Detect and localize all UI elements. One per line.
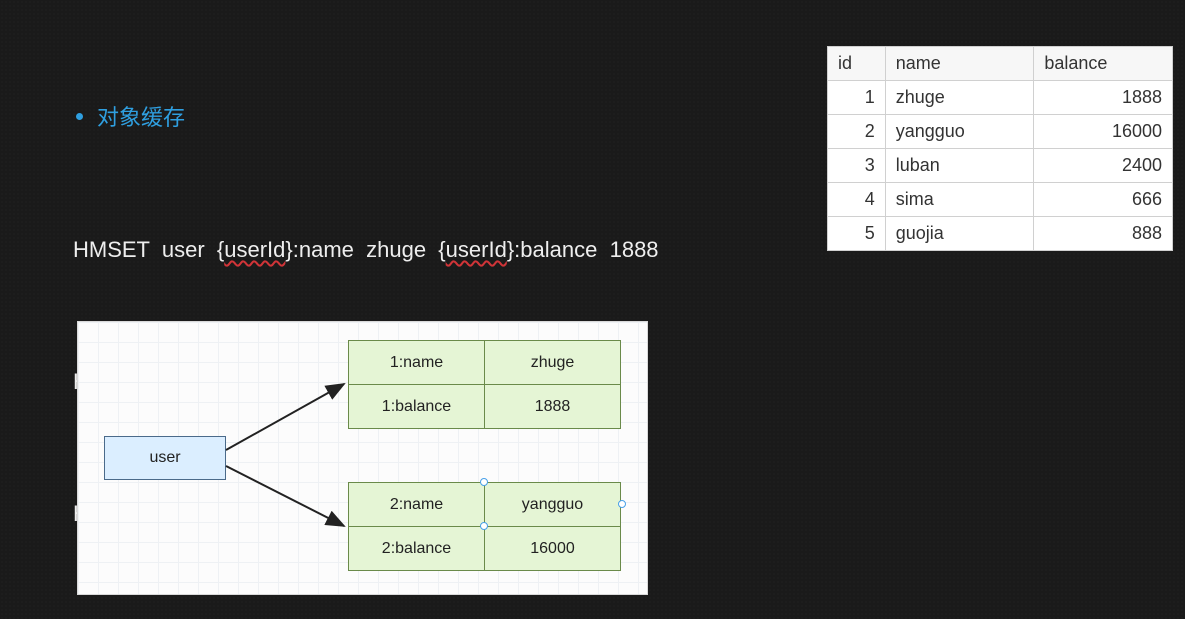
col-id: id [828,47,886,81]
selection-handle-icon [618,500,626,508]
hash-diagram: user 1:name zhuge 1:balance 1888 2:name … [77,321,648,595]
cell-id: 2 [828,115,886,149]
cell-balance: 666 [1034,183,1173,217]
db-table-header: id name balance [828,47,1173,81]
hash-value: 16000 [485,527,621,571]
hash-value: 1888 [485,385,621,429]
hash-row: 1:name zhuge [349,341,621,385]
hash-row: 2:name yangguo [349,483,621,527]
cell-name: yangguo [885,115,1034,149]
cell-id: 3 [828,149,886,183]
table-row: 3 luban 2400 [828,149,1173,183]
code-line-1: HMSET user {userId}:name zhuge {userId}:… [73,228,659,272]
hash-field: 2:name [349,483,485,527]
hash-field: 2:balance [349,527,485,571]
table-row: 5 guojia 888 [828,217,1173,251]
cell-id: 4 [828,183,886,217]
placeholder-userid-2: userId [446,237,507,262]
cell-name: luban [885,149,1034,183]
cell-id: 1 [828,81,886,115]
hash-field: 1:name [349,341,485,385]
hash-row: 1:balance 1888 [349,385,621,429]
cell-name: sima [885,183,1034,217]
section-heading: 对象缓存 [97,100,185,132]
cell-balance: 16000 [1034,115,1173,149]
hash-value: yangguo [485,483,621,527]
cell-name: guojia [885,217,1034,251]
placeholder-userid-1: userId [224,237,285,262]
redis-key-box: user [104,436,226,480]
cell-balance: 1888 [1034,81,1173,115]
table-row: 2 yangguo 16000 [828,115,1173,149]
heading-row: 对象缓存 [76,100,185,132]
bullet-dot-icon [76,113,83,120]
selection-handle-icon [480,522,488,530]
cell-balance: 2400 [1034,149,1173,183]
cell-balance: 888 [1034,217,1173,251]
redis-key-label: user [149,449,180,467]
table-row: 1 zhuge 1888 [828,81,1173,115]
hash-entry-1: 1:name zhuge 1:balance 1888 [348,340,621,429]
selection-handle-icon [480,478,488,486]
cell-id: 5 [828,217,886,251]
table-row: 4 sima 666 [828,183,1173,217]
hash-row: 2:balance 16000 [349,527,621,571]
hash-value: zhuge [485,341,621,385]
hash-field: 1:balance [349,385,485,429]
cell-name: zhuge [885,81,1034,115]
col-name: name [885,47,1034,81]
db-table: id name balance 1 zhuge 1888 2 yangguo 1… [827,46,1173,251]
col-balance: balance [1034,47,1173,81]
